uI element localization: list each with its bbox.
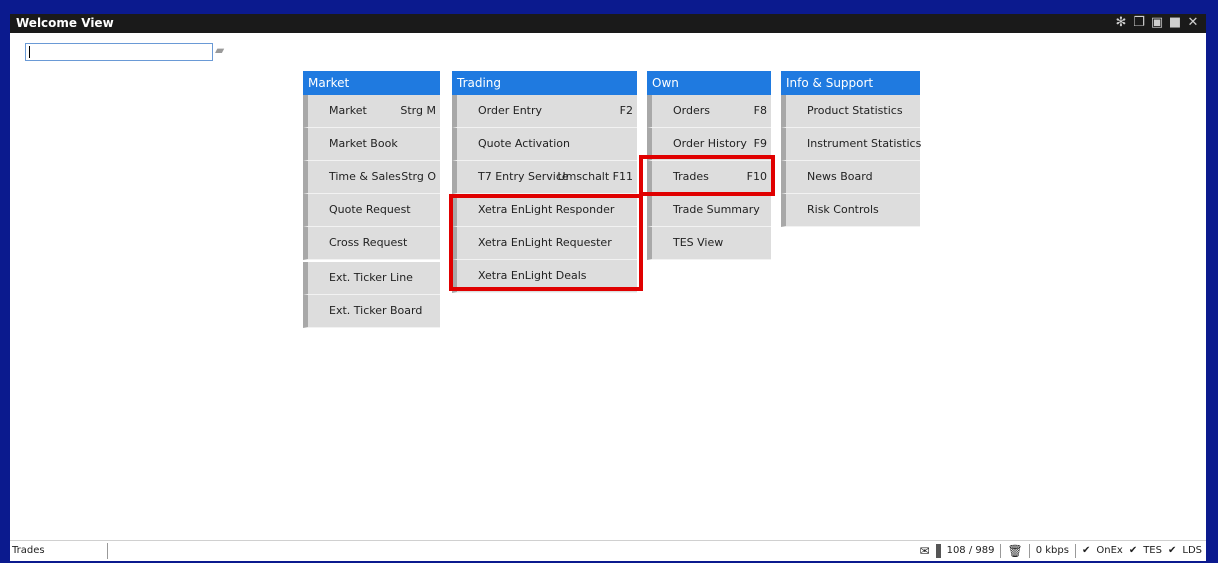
menu-item-tes-view[interactable]: TES View <box>647 227 771 260</box>
menu-item-label: Xetra EnLight Deals <box>478 269 587 282</box>
menu-item-news-board[interactable]: News Board <box>781 161 920 194</box>
maximize-icon[interactable]: ■ <box>1168 16 1182 30</box>
status-divider <box>1028 544 1030 558</box>
welcome-view-window: Welcome View ✻ ❐ ▣ ■ ✕ ▰ Market Market St… <box>10 14 1206 561</box>
trash-icon[interactable]: 🗑 <box>1007 541 1022 561</box>
menu-item-market[interactable]: Market Strg M <box>303 95 440 128</box>
text-caret <box>29 46 30 58</box>
status-tes: TES <box>1143 545 1162 556</box>
check-icon: ✔ <box>1081 545 1091 556</box>
menu-item-label: News Board <box>807 170 873 183</box>
message-count: 108 / 989 <box>946 545 995 556</box>
menu-item-label: T7 Entry Service <box>478 170 569 183</box>
message-level-bar <box>935 544 941 558</box>
menu-header-info-support: Info & Support <box>781 71 920 95</box>
menu-item-label: Xetra EnLight Requester <box>478 236 612 249</box>
menu-item-time-sales[interactable]: Time & Sales Strg O <box>303 161 440 194</box>
menu-item-label: Xetra EnLight Responder <box>478 203 615 216</box>
status-bar: Trades ✉ 108 / 989 🗑 0 kbps ✔ OnEx ✔ TES… <box>10 540 1206 561</box>
menu-item-t7-entry-service[interactable]: T7 Entry Service Umschalt F11 <box>452 161 637 194</box>
menu-item-label: Market Book <box>329 137 398 150</box>
check-icon: ✔ <box>1167 545 1177 556</box>
menu-item-label: Instrument Statistics <box>807 137 922 150</box>
menu-item-trades[interactable]: Trades F10 <box>647 161 771 194</box>
menu-item-trade-summary[interactable]: Trade Summary <box>647 194 771 227</box>
menu-item-label: Risk Controls <box>807 203 879 216</box>
check-icon: ✔ <box>1128 545 1138 556</box>
status-onex: OnEx <box>1096 545 1123 556</box>
menu-item-xetra-enlight-requester[interactable]: Xetra EnLight Requester <box>452 227 637 260</box>
gear-icon[interactable]: ✻ <box>1114 16 1128 30</box>
menu-item-xetra-enlight-deals[interactable]: Xetra EnLight Deals <box>452 260 637 293</box>
menu-item-order-history[interactable]: Order History F9 <box>647 128 771 161</box>
menu-item-cross-request[interactable]: Cross Request <box>303 227 440 260</box>
search-input[interactable] <box>25 43 213 61</box>
menu-item-instrument-statistics[interactable]: Instrument Statistics <box>781 128 922 161</box>
tile-icon[interactable]: ▣ <box>1150 16 1164 30</box>
status-divider <box>107 543 108 559</box>
close-icon[interactable]: ✕ <box>1186 16 1200 30</box>
menu-item-label: Order History <box>673 137 747 150</box>
menu-item-xetra-enlight-responder[interactable]: Xetra EnLight Responder <box>452 194 637 227</box>
menu-item-market-book[interactable]: Market Book <box>303 128 440 161</box>
menu-item-shortcut: Umschalt F11 <box>557 170 633 183</box>
title-bar: Welcome View ✻ ❐ ▣ ■ ✕ <box>10 14 1206 33</box>
menu-item-shortcut: F10 <box>746 170 767 183</box>
menu-item-quote-activation[interactable]: Quote Activation <box>452 128 637 161</box>
window-title: Welcome View <box>16 16 114 30</box>
menu-item-shortcut: F9 <box>753 137 767 150</box>
menu-item-order-entry[interactable]: Order Entry F2 <box>452 95 637 128</box>
menu-item-orders[interactable]: Orders F8 <box>647 95 771 128</box>
menu-item-ext-ticker-line[interactable]: Ext. Ticker Line <box>303 262 440 295</box>
mail-icon[interactable]: ✉ <box>920 541 930 561</box>
menu-item-label: Time & Sales <box>329 170 401 183</box>
restore-icon[interactable]: ❐ <box>1132 16 1146 30</box>
menu-item-shortcut: Strg O <box>401 170 436 183</box>
menu-item-label: Cross Request <box>329 236 408 249</box>
menu-column-own: Own Orders F8 Order History F9 Trades F10 T… <box>647 71 771 260</box>
menu-item-label: Ext. Ticker Line <box>329 271 413 284</box>
status-lds: LDS <box>1182 545 1202 556</box>
menu-item-label: Trades <box>673 170 709 183</box>
menu-item-label: Order Entry <box>478 104 543 117</box>
menu-item-shortcut: F2 <box>619 104 633 117</box>
status-divider <box>1074 544 1076 558</box>
menu-item-label: Quote Request <box>329 203 411 216</box>
menu-item-product-statistics[interactable]: Product Statistics <box>781 95 920 128</box>
menu-item-ext-ticker-board[interactable]: Ext. Ticker Board <box>303 295 440 328</box>
menu-header-trading: Trading <box>452 71 637 95</box>
menu-item-label: Quote Activation <box>478 137 571 150</box>
menu-item-quote-request[interactable]: Quote Request <box>303 194 440 227</box>
menu-item-risk-controls[interactable]: Risk Controls <box>781 194 920 227</box>
menu-item-label: Market <box>329 104 367 117</box>
menu-header-own: Own <box>647 71 771 95</box>
menu-item-shortcut: Strg M <box>400 104 436 117</box>
menu-column-trading: Trading Order Entry F2 Quote Activation T… <box>452 71 637 293</box>
menu-item-shortcut: F8 <box>753 104 767 117</box>
menu-header-market: Market <box>303 71 440 95</box>
menu-column-info-support: Info & Support Product Statistics Instru… <box>781 71 922 227</box>
bandwidth-text: 0 kbps <box>1035 545 1069 556</box>
status-text: Trades <box>12 545 45 556</box>
search-clear-icon[interactable]: ▰ <box>215 43 229 57</box>
menu-item-label: Orders <box>673 104 710 117</box>
menu-item-label: Product Statistics <box>807 104 903 117</box>
menu-item-label: Ext. Ticker Board <box>329 304 423 317</box>
menu-item-label: Trade Summary <box>673 203 760 216</box>
menu-column-market: Market Market Strg M Market Book Time & S… <box>303 71 440 328</box>
status-divider <box>1000 544 1002 558</box>
menu-item-label: TES View <box>673 236 724 249</box>
